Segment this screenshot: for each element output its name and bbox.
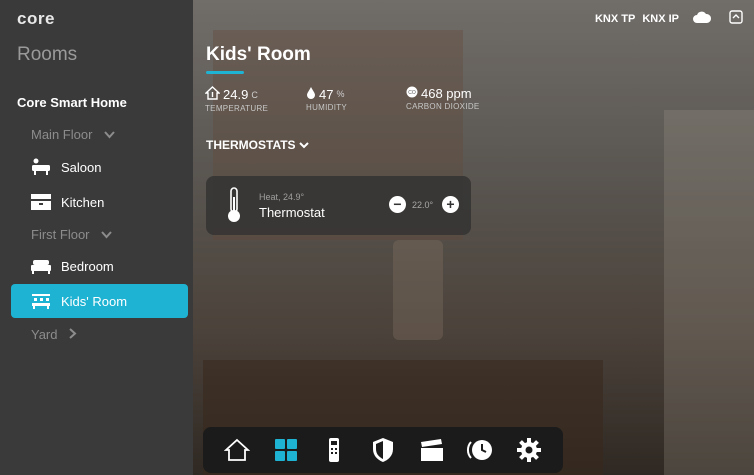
thermostat-mode: Heat, 24.9° [259, 192, 305, 202]
svg-text:CO: CO [408, 90, 416, 96]
sofa-icon [30, 158, 52, 176]
floor-label: Yard [31, 327, 58, 342]
co2-label: CARBON DIOXIDE [406, 102, 480, 111]
chevron-down-icon [98, 227, 113, 242]
kitchen-icon [30, 193, 52, 211]
floor-main[interactable]: Main Floor [31, 127, 115, 142]
connection-status: KNX TP KNX IP [595, 10, 743, 27]
sidebar-item-label: Saloon [61, 159, 102, 175]
decrease-setpoint-button[interactable]: − [389, 196, 406, 213]
home-name[interactable]: Core Smart Home [17, 95, 127, 110]
schedule-clock-icon[interactable] [466, 436, 494, 464]
thermometer-icon [226, 187, 242, 228]
title-underline [206, 71, 244, 74]
sidebar-item-label: Kids' Room [61, 293, 128, 309]
home-icon[interactable] [223, 436, 251, 464]
section-label: THERMOSTATS [206, 138, 296, 152]
chevron-down-icon [100, 127, 115, 142]
thermostats-section-toggle[interactable]: THERMOSTATS [206, 138, 309, 152]
kids-room-icon [30, 292, 52, 310]
floor-label: Main Floor [31, 127, 93, 142]
thermostat-card[interactable]: Heat, 24.9° Thermostat − 22.0° + [206, 176, 471, 235]
sidebar-item-label: Kitchen [61, 194, 105, 210]
sidebar-item-kitchen[interactable]: Kitchen [11, 185, 188, 219]
security-shield-icon[interactable] [369, 436, 397, 464]
rooms-grid-icon[interactable] [272, 436, 300, 464]
chevron-down-icon [299, 138, 309, 152]
chevron-right-icon [66, 327, 78, 342]
main-content: Kids' Room 24.9 C TEMPERATURE 47 % HUMID… [193, 0, 754, 475]
knx-tp-label: KNX TP [594, 12, 636, 25]
temperature-value: 24.9 [223, 87, 249, 102]
humidity-stat: 47 % HUMIDITY [306, 86, 348, 113]
humidity-value: 47 [319, 86, 334, 102]
house-temperature-icon [204, 86, 221, 103]
bottom-dock [203, 427, 563, 473]
temperature-stat: 24.9 C TEMPERATURE [204, 86, 269, 113]
setpoint-value: 22.0° [412, 200, 434, 210]
humidity-label: HUMIDITY [306, 103, 348, 112]
co2-icon: CO [406, 86, 418, 101]
remote-icon[interactable] [320, 436, 348, 464]
increase-setpoint-button[interactable]: + [442, 196, 459, 213]
gateway-icon[interactable] [729, 10, 743, 27]
droplet-icon [306, 86, 316, 102]
floor-yard[interactable]: Yard [31, 327, 77, 342]
scenes-clapper-icon[interactable] [418, 436, 446, 464]
sidebar-item-saloon[interactable]: Saloon [11, 150, 188, 184]
sidebar-item-kids-room[interactable]: Kids' Room [11, 284, 188, 318]
sidebar-item-bedroom[interactable]: Bedroom [11, 249, 188, 283]
thermostat-name: Thermostat [259, 205, 325, 220]
rooms-title: Rooms [17, 44, 78, 65]
floor-label: First Floor [31, 227, 90, 242]
settings-gear-icon[interactable] [515, 436, 543, 464]
app-logo: core [17, 9, 55, 28]
knx-ip-label: KNX IP [642, 12, 679, 25]
cloud-icon[interactable] [692, 10, 712, 27]
bed-icon [30, 257, 52, 275]
temperature-unit: C [251, 89, 258, 100]
co2-value: 468 ppm [421, 86, 472, 101]
floor-first[interactable]: First Floor [31, 227, 112, 242]
humidity-unit: % [336, 89, 345, 99]
co2-stat: CO 468 ppm CARBON DIOXIDE [406, 86, 480, 111]
page-title: Kids' Room [206, 44, 311, 65]
temperature-label: TEMPERATURE [205, 104, 269, 113]
sidebar-item-label: Bedroom [61, 258, 114, 274]
sidebar: core Rooms Core Smart Home Main Floor Sa… [0, 0, 193, 475]
